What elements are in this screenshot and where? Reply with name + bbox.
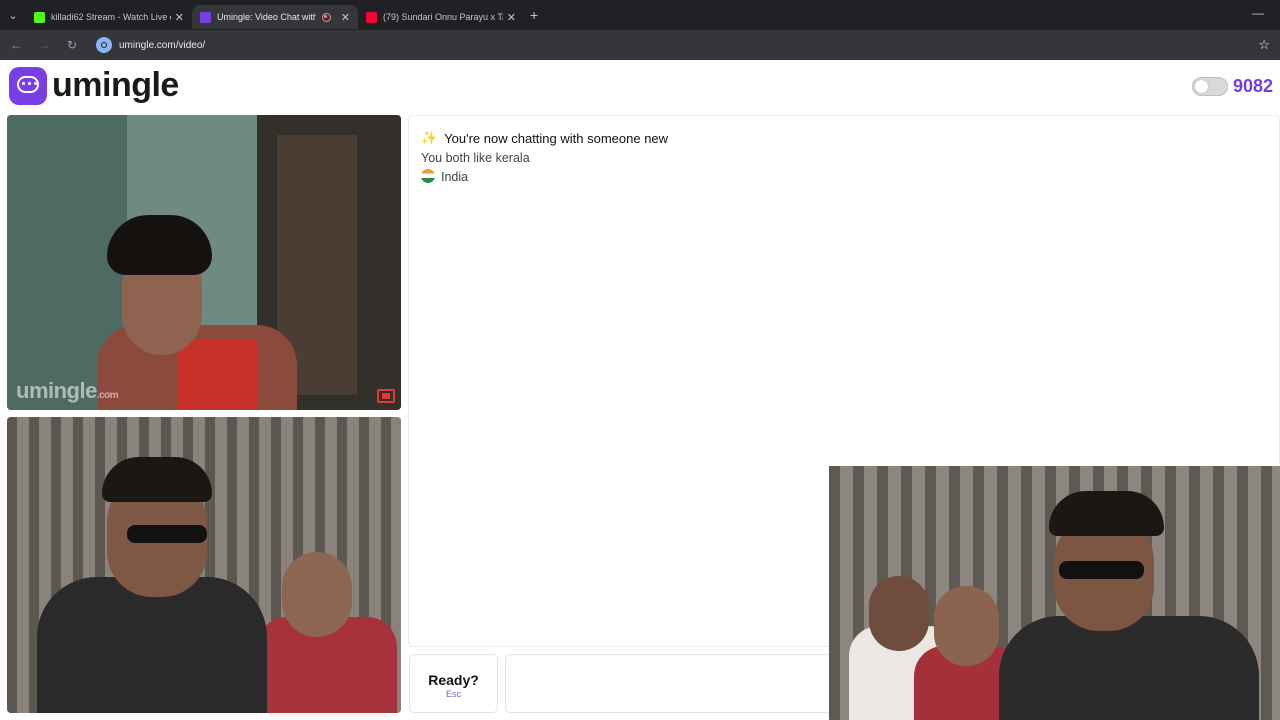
video-person-hair: [107, 215, 212, 275]
common-interests: You both like kerala: [421, 151, 530, 165]
tab-search-icon[interactable]: ⌄: [0, 0, 26, 30]
browser-tab-strip: ⌄ killadi62 Stream - Watch Live on ✕ Umi…: [0, 0, 1280, 30]
video-person-face: [934, 586, 999, 666]
video-sunglasses: [127, 525, 207, 543]
chat-system-message: ✨ You're now chatting with someone new: [421, 130, 668, 146]
video-person-hair: [1049, 491, 1164, 536]
video-person-black-shirt: [37, 577, 267, 713]
umingle-favicon-icon: [200, 11, 211, 23]
umingle-page: umingle 9082 umingle.com ✨ You're now ch…: [0, 60, 1280, 720]
video-person-shirt: [177, 340, 257, 410]
online-user-count: 9082: [1233, 76, 1274, 96]
umingle-logo[interactable]: umingle: [9, 66, 179, 105]
tab-title: (79) Sundari Onnu Parayu x Talk: [383, 12, 503, 22]
browser-address-bar: ← → ↻ umingle.com/video/ ☆: [0, 30, 1280, 60]
self-camera-overlay: [829, 466, 1280, 720]
tab-close-icon[interactable]: ✕: [341, 11, 350, 24]
new-tab-plus-icon[interactable]: +: [530, 7, 538, 23]
tab-close-icon[interactable]: ✕: [175, 11, 184, 24]
country-name: India: [441, 170, 469, 184]
theme-toggle[interactable]: [1192, 77, 1228, 96]
ready-shortcut-hint: Esc: [445, 689, 461, 699]
new-chat-notice: You're now chatting with someone new: [444, 130, 669, 146]
browser-tab-umingle[interactable]: Umingle: Video Chat with Strangers ✕: [192, 5, 358, 29]
tab-close-icon[interactable]: ✕: [507, 11, 516, 24]
reload-icon[interactable]: ↻: [60, 38, 84, 52]
stranger-country: India: [421, 169, 468, 184]
umingle-watermark: umingle.com: [16, 378, 119, 403]
video-sunglasses: [1059, 561, 1144, 579]
tab-title: Umingle: Video Chat with Strangers: [217, 12, 316, 22]
report-flag-icon[interactable]: [377, 389, 395, 403]
message-input[interactable]: [505, 654, 835, 713]
video-person-face: [869, 576, 929, 651]
youtube-favicon-icon: [366, 11, 377, 23]
india-flag-icon: [421, 169, 435, 183]
logo-text: umingle: [52, 66, 179, 104]
browser-tab-kick[interactable]: killadi62 Stream - Watch Live on ✕: [26, 5, 192, 29]
sparkle-icon: ✨: [421, 130, 438, 145]
stranger-video: umingle.com: [7, 115, 401, 410]
kick-favicon-icon: [34, 11, 45, 23]
bookmark-star-icon[interactable]: ☆: [1258, 37, 1270, 53]
video-person-black-shirt: [999, 616, 1259, 720]
browser-tab-youtube[interactable]: (79) Sundari Onnu Parayu x Talk ✕: [358, 5, 524, 29]
ready-button-label: Ready?: [428, 672, 479, 688]
local-camera-video: [7, 417, 401, 713]
site-info-icon[interactable]: [96, 37, 112, 53]
forward-arrow-icon[interactable]: →: [32, 38, 56, 52]
url-field[interactable]: umingle.com/video/: [119, 40, 205, 51]
video-person-hair: [102, 457, 212, 502]
minimize-window-icon[interactable]: —: [1252, 6, 1264, 20]
recording-indicator-icon: [321, 12, 331, 22]
ready-button[interactable]: Ready? Esc: [409, 654, 498, 713]
chat-bubble-logo-icon: [9, 66, 47, 105]
tab-title: killadi62 Stream - Watch Live on: [51, 12, 171, 22]
video-person-face: [282, 552, 352, 637]
back-arrow-icon[interactable]: ←: [4, 38, 28, 52]
